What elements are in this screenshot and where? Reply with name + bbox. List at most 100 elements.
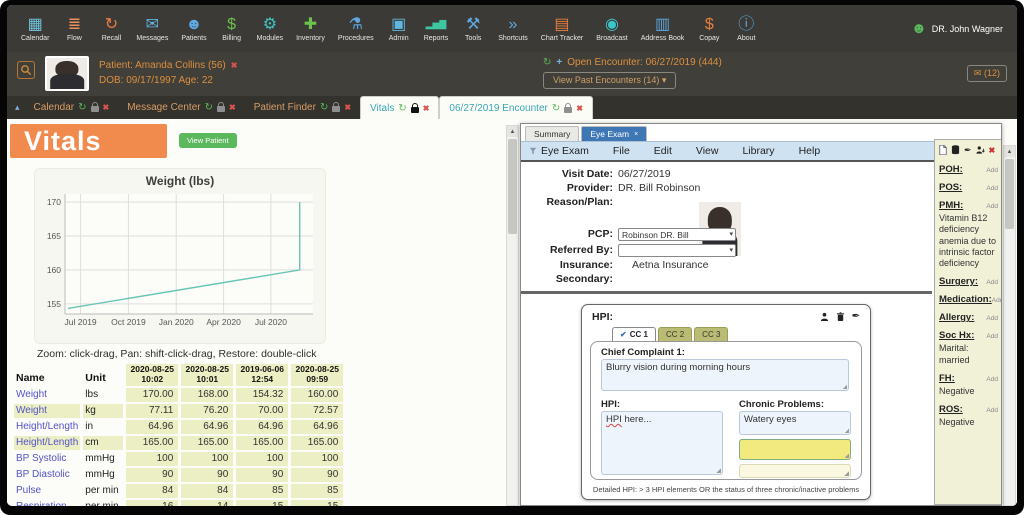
chronic-problem-2-textarea[interactable] (739, 439, 851, 460)
chronic-problem-3-textarea[interactable] (739, 464, 851, 478)
view-past-encounters-button[interactable]: View Past Encounters (14) ▾ (543, 72, 676, 89)
referred-by-select[interactable]: ▾ (618, 244, 736, 257)
chart-tab-vitals[interactable]: Vitals↻✖ (360, 96, 439, 119)
toolbar-item-patients[interactable]: ☻Patients (181, 15, 206, 42)
toolbar-item-inventory[interactable]: ✚Inventory (296, 15, 325, 42)
add-link[interactable]: Add (992, 297, 1002, 304)
sidebar-scrollbar[interactable]: ▲ (1003, 145, 1016, 506)
person-icon[interactable] (820, 312, 829, 321)
close-icon[interactable]: × (634, 131, 638, 138)
refresh-encounter-icon[interactable]: ↻ (543, 57, 551, 68)
toolbar-item-reports[interactable]: ▂▅▇Reports (424, 15, 449, 42)
sidebar-section-label[interactable]: ROS: (939, 404, 963, 415)
add-link[interactable]: Add (986, 203, 998, 210)
trash-icon[interactable] (836, 312, 845, 322)
toolbar-item-calendar[interactable]: ▦Calendar (21, 15, 49, 42)
chart-tab-message-center[interactable]: Message Center↻✖ (118, 96, 244, 119)
sidebar-section-label[interactable]: Medication: (939, 294, 992, 305)
toolbar-item-broadcast[interactable]: ◉Broadcast (596, 15, 628, 42)
scroll-up-icon[interactable]: ▲ (1004, 146, 1015, 157)
add-link[interactable]: Add (986, 167, 998, 174)
patient-search-button[interactable] (17, 61, 35, 79)
cc-tab-cc-3[interactable]: CC 3 (694, 327, 728, 342)
current-user[interactable]: ☻ DR. John Wagner (911, 20, 1003, 37)
lock-icon[interactable] (332, 106, 340, 112)
scroll-up-icon[interactable]: ▲ (507, 126, 518, 137)
chronic-problem-1-textarea[interactable]: Watery eyes (739, 411, 851, 435)
menu-item-help[interactable]: Help (799, 145, 821, 157)
add-link[interactable]: Add (986, 407, 998, 414)
toolbar-item-procedures[interactable]: ⚗Procedures (338, 15, 374, 42)
open-encounter-label[interactable]: Open Encounter: 06/27/2019 (444) (567, 57, 722, 68)
toolbar-item-admin[interactable]: ▣Admin (387, 15, 411, 42)
cc-tab-cc-1[interactable]: ✔CC 1 (612, 327, 656, 342)
toolbar-item-chart-tracker[interactable]: ▤Chart Tracker (541, 15, 583, 42)
scrollbar-thumb[interactable] (508, 139, 517, 234)
patient-photo[interactable] (45, 56, 89, 91)
sidebar-section-label[interactable]: Soc Hx: (939, 330, 974, 341)
menu-item-view[interactable]: View (696, 145, 719, 157)
menu-item-file[interactable]: File (613, 145, 630, 157)
refresh-icon[interactable]: ↻ (205, 102, 213, 113)
toolbar-item-tools[interactable]: ⚒Tools (461, 15, 485, 42)
lock-icon[interactable] (91, 106, 99, 112)
close-tab-icon[interactable]: ✖ (576, 104, 583, 113)
menu-item-edit[interactable]: Edit (654, 145, 672, 157)
column-header[interactable]: Name (14, 364, 80, 386)
weight-chart-card[interactable]: Weight (lbs) Jul 2019Oct 2019Jan 2020Apr… (34, 168, 326, 344)
tab-scroll-icon[interactable]: ▴ (15, 102, 20, 113)
toolbar-item-flow[interactable]: ≣Flow (62, 15, 86, 42)
view-patient-button[interactable]: View Patient (179, 133, 237, 148)
lock-icon[interactable] (217, 106, 225, 112)
menu-item-eye-exam[interactable]: Eye Exam (529, 145, 589, 157)
toolbar-item-modules[interactable]: ⚙Modules (257, 15, 283, 42)
menu-item-library[interactable]: Library (742, 145, 774, 157)
lock-icon[interactable] (564, 107, 572, 113)
column-header[interactable]: 2020-08-25 10:01 (181, 364, 233, 386)
pcp-select[interactable]: Robinson DR. Bill▾ (618, 228, 736, 241)
add-link[interactable]: Add (986, 333, 998, 340)
mail-button[interactable]: ✉ (12) (967, 65, 1007, 82)
add-link[interactable]: Add (986, 279, 998, 286)
toolbar-item-shortcuts[interactable]: »Shortcuts (498, 15, 528, 42)
vital-name-link[interactable]: Height/Length (14, 420, 80, 434)
tab-summary[interactable]: Summary (525, 126, 579, 141)
vital-name-link[interactable]: Respiration (14, 500, 80, 506)
cc-tab-cc-2[interactable]: CC 2 (658, 327, 692, 342)
close-patient-icon[interactable]: ✖ (231, 61, 238, 70)
database-icon[interactable] (951, 145, 960, 155)
cc1-textarea[interactable]: Blurry vision during morning hours (601, 359, 849, 391)
add-link[interactable]: Add (986, 376, 998, 383)
person-export-icon[interactable] (976, 145, 985, 155)
add-link[interactable]: Add (986, 185, 998, 192)
scrollbar-thumb[interactable] (1005, 159, 1014, 229)
tab-eye-exam[interactable]: Eye Exam × (581, 126, 647, 141)
refresh-icon[interactable]: ↻ (78, 102, 86, 113)
toolbar-item-messages[interactable]: ✉Messages (136, 15, 168, 42)
document-icon[interactable] (939, 145, 947, 155)
close-icon[interactable]: ✖ (989, 146, 996, 155)
lock-icon[interactable] (411, 107, 419, 113)
vital-name-link[interactable]: Weight (14, 404, 80, 418)
close-tab-icon[interactable]: ✖ (103, 103, 110, 112)
toolbar-item-billing[interactable]: $Billing (220, 15, 244, 42)
column-header[interactable]: 2019-06-06 12:54 (236, 364, 288, 386)
vital-name-link[interactable]: Height/Length (14, 436, 80, 450)
vital-name-link[interactable]: Weight (14, 388, 80, 402)
vital-name-link[interactable]: Pulse (14, 484, 80, 498)
toolbar-item-about[interactable]: ⓘAbout (734, 15, 758, 42)
chart-tab-06-27-2019-encounter[interactable]: 06/27/2019 Encounter↻✖ (439, 96, 593, 119)
toolbar-item-recall[interactable]: ↻Recall (99, 15, 123, 42)
chart-tab-patient-finder[interactable]: Patient Finder↻✖ (245, 96, 360, 119)
sidebar-section-label[interactable]: FH: (939, 373, 955, 384)
add-encounter-icon[interactable]: + (556, 57, 562, 68)
column-header[interactable]: 2020-08-25 09:59 (291, 364, 343, 386)
sidebar-section-label[interactable]: Surgery: (939, 276, 978, 287)
add-link[interactable]: Add (986, 315, 998, 322)
close-tab-icon[interactable]: ✖ (344, 103, 351, 112)
pencil-icon[interactable]: ✒ (964, 146, 972, 155)
sidebar-section-label[interactable]: Allergy: (939, 312, 974, 323)
column-header[interactable]: 2020-08-25 10:02 (126, 364, 178, 386)
close-tab-icon[interactable]: ✖ (423, 104, 430, 113)
vital-name-link[interactable]: BP Systolic (14, 452, 80, 466)
